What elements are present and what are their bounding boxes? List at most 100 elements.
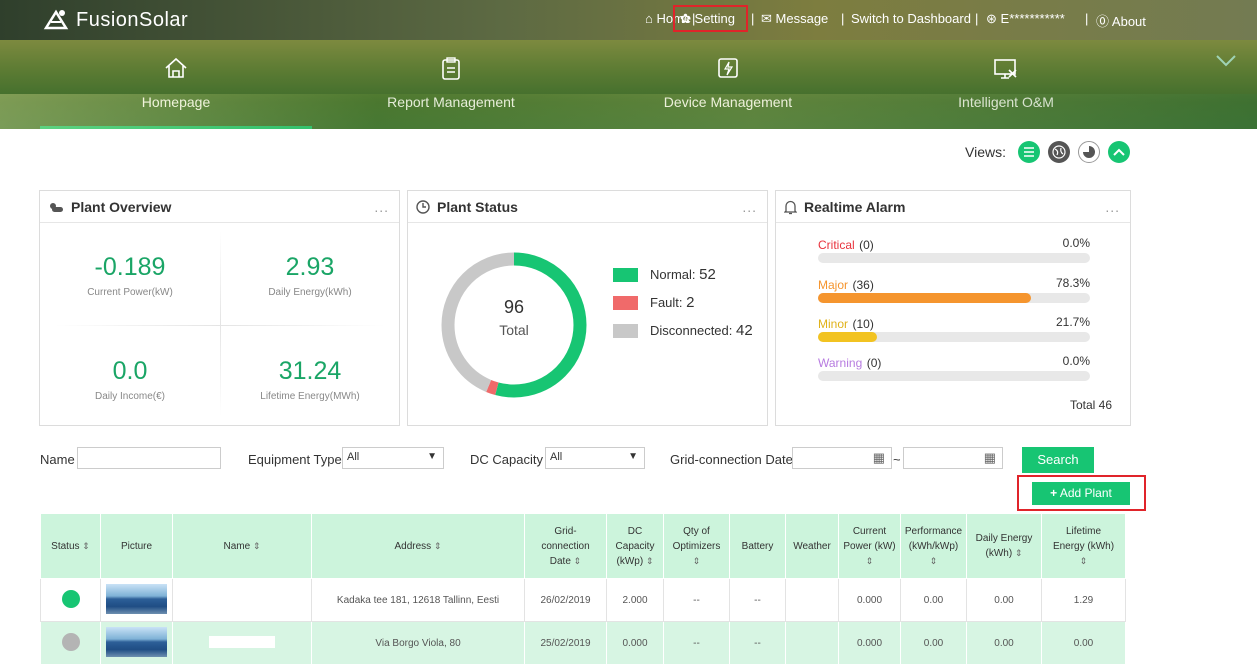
col-qty-label-2: Optimizers xyxy=(672,540,721,552)
name-cell[interactable] xyxy=(172,578,312,622)
status-cell xyxy=(40,621,101,665)
alarm-major-fill xyxy=(818,293,1031,303)
picture-cell[interactable] xyxy=(100,578,173,622)
nav-message-label: Message xyxy=(775,11,829,26)
picture-cell[interactable] xyxy=(100,621,173,665)
col-grid-date[interactable]: Grid-connection Date ⇕ xyxy=(524,513,607,579)
dc-cell: 0.000 xyxy=(606,621,664,665)
menu-homepage[interactable]: Homepage xyxy=(40,40,312,129)
om-icon xyxy=(994,59,1017,79)
col-battery: Battery xyxy=(729,513,786,579)
sort-icon[interactable]: ⇕ xyxy=(866,556,874,566)
more-icon[interactable]: ... xyxy=(374,199,389,215)
pie-view-icon[interactable] xyxy=(1077,141,1100,163)
performance-cell: 0.00 xyxy=(900,621,967,665)
col-battery-label: Battery xyxy=(741,540,774,552)
sort-icon[interactable]: ⇕ xyxy=(574,556,582,566)
col-status[interactable]: Status ⇕ xyxy=(40,513,101,579)
nav-message-link[interactable]: ✉ Message xyxy=(761,11,828,27)
dc-capacity-value: All xyxy=(550,451,563,463)
col-address-label: Address xyxy=(394,540,432,552)
status-total-value: 96 xyxy=(503,297,525,317)
legend-fault-label: Fault: xyxy=(650,295,683,310)
sort-icon[interactable]: ⇕ xyxy=(1015,548,1023,558)
table-row[interactable]: Kadaka tee 181, 12618 Tallinn, Eesti 26/… xyxy=(40,578,1126,622)
col-current-power[interactable]: Current Power (kW) ⇕ xyxy=(838,513,901,579)
nav-sep: | xyxy=(841,11,845,26)
alarm-critical-row[interactable]: Critical (0) 0.0% xyxy=(818,236,1090,263)
brand-logo[interactable]: FusionSolar xyxy=(42,8,188,32)
col-dc-label-2: Capacity xyxy=(615,540,655,552)
chevron-down-icon[interactable] xyxy=(1215,54,1237,68)
calendar-icon[interactable]: ▦ xyxy=(873,450,885,466)
equipment-type-label: Equipment Type xyxy=(248,452,342,467)
address-cell: Kadaka tee 181, 12618 Tallinn, Eesti xyxy=(311,578,525,622)
col-le-label-2: Energy (kWh) xyxy=(1052,540,1115,552)
plant-thumbnail[interactable] xyxy=(106,583,167,614)
table-row[interactable]: Via Borgo Viola, 80 25/02/2019 0.000 -- … xyxy=(40,621,1126,665)
more-icon[interactable]: ... xyxy=(1105,199,1120,215)
alarm-critical-bar xyxy=(818,253,1090,263)
search-button[interactable]: Search xyxy=(1022,447,1094,473)
date-to-input[interactable]: ▦ xyxy=(903,447,1003,469)
alarm-minor-pct: 21.7% xyxy=(1055,315,1090,329)
views-label: Views: xyxy=(965,144,1006,160)
date-from-input[interactable]: ▦ xyxy=(792,447,892,469)
list-view-icon[interactable] xyxy=(1017,141,1040,163)
legend-normal-value: 52 xyxy=(699,266,716,283)
alarm-minor-label: Minor xyxy=(818,317,849,331)
col-daily-energy[interactable]: Daily Energy (kWh) ⇕ xyxy=(966,513,1042,579)
nav-user-link[interactable]: ⊛ E*********** xyxy=(986,11,1065,27)
col-name-label: Name xyxy=(223,540,251,552)
disconnected-swatch xyxy=(613,323,638,338)
sort-icon[interactable]: ⇕ xyxy=(646,556,654,566)
daily-income-stat: 0.0 Daily Income(€) xyxy=(40,357,220,402)
col-qty-optimizers[interactable]: Qty of Optimizers ⇕ xyxy=(663,513,730,579)
nav-sep: | xyxy=(975,11,979,26)
name-filter-input[interactable] xyxy=(77,447,221,469)
daily-energy-cell: 0.00 xyxy=(966,621,1042,665)
alarm-minor-count: (10) xyxy=(852,317,874,331)
nav-switch-dashboard-link[interactable]: Switch to Dashboard xyxy=(851,11,971,26)
more-icon[interactable]: ... xyxy=(742,199,757,215)
col-address[interactable]: Address ⇕ xyxy=(311,513,525,579)
plant-overview-panel: Plant Overview ... -0.189 Current Power(… xyxy=(39,190,400,426)
battery-cell: -- xyxy=(729,621,786,665)
dc-capacity-select[interactable]: All ▼ xyxy=(545,447,645,469)
nav-about-link[interactable]: ⓪ About xyxy=(1096,11,1146,30)
setting-highlight-box xyxy=(673,5,748,32)
chevron-up-icon[interactable] xyxy=(1107,141,1130,163)
add-plant-button[interactable]: + Add Plant xyxy=(1032,482,1130,505)
sort-icon[interactable]: ⇕ xyxy=(82,541,90,551)
sort-icon[interactable]: ⇕ xyxy=(434,541,442,551)
col-de-label-1: Daily Energy xyxy=(975,533,1033,544)
plant-status-title: Plant Status xyxy=(416,199,518,215)
lifetime-energy-value: 31.24 xyxy=(278,357,342,385)
col-lifetime-energy[interactable]: Lifetime Energy (kWh) ⇕ xyxy=(1041,513,1126,579)
menu-device-management[interactable]: Device Management xyxy=(590,40,866,129)
daily-energy-cell: 0.00 xyxy=(966,578,1042,622)
menu-report-management[interactable]: Report Management xyxy=(313,40,589,129)
alarm-major-row[interactable]: Major (36) 78.3% xyxy=(818,276,1090,303)
col-qty-label-1: Qty of xyxy=(683,525,710,537)
performance-cell: 0.00 xyxy=(900,578,967,622)
col-dc-capacity[interactable]: DC Capacity (kWp) ⇕ xyxy=(606,513,664,579)
alarm-warning-row[interactable]: Warning (0) 0.0% xyxy=(818,354,1090,381)
caret-down-icon: ▼ xyxy=(427,451,437,462)
sort-icon[interactable]: ⇕ xyxy=(930,556,938,566)
daily-energy-stat: 2.93 Daily Energy(kWh) xyxy=(220,253,400,298)
globe-view-icon[interactable] xyxy=(1047,141,1070,163)
sort-icon[interactable]: ⇕ xyxy=(253,541,261,551)
legend-disc-label: Disconnected: xyxy=(650,323,733,338)
equipment-type-value: All xyxy=(347,451,360,463)
menu-intelligent-om[interactable]: Intelligent O&M xyxy=(868,40,1144,129)
equipment-type-select[interactable]: All ▼ xyxy=(342,447,444,469)
calendar-icon[interactable]: ▦ xyxy=(984,450,996,466)
sort-icon[interactable]: ⇕ xyxy=(693,556,701,566)
plant-thumbnail[interactable] xyxy=(106,626,167,657)
col-performance[interactable]: Performance (kWh/kWp) ⇕ xyxy=(900,513,967,579)
alarm-minor-row[interactable]: Minor (10) 21.7% xyxy=(818,315,1090,342)
col-name[interactable]: Name ⇕ xyxy=(172,513,312,579)
name-cell[interactable] xyxy=(172,621,312,665)
sort-icon[interactable]: ⇕ xyxy=(1080,556,1088,566)
